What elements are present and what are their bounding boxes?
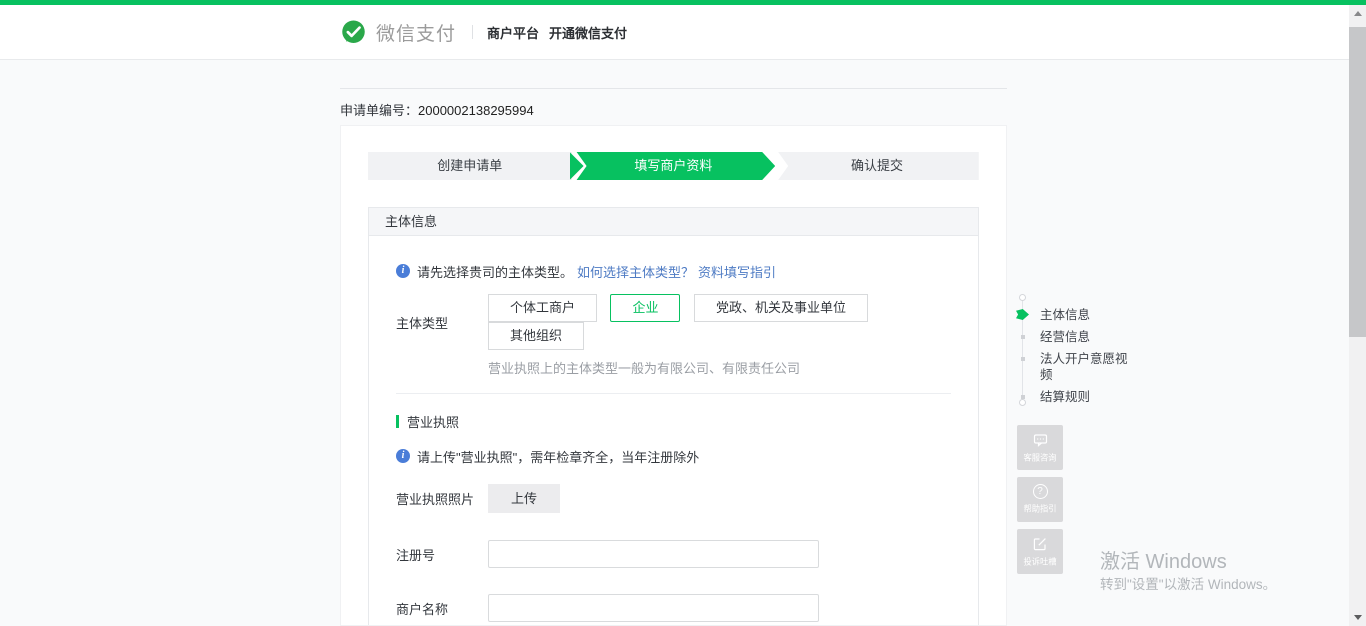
form-card: 创建申请单 填写商户资料 确认提交 主体信息 i 请先选择贵司的主体类型。 如何… bbox=[340, 125, 1007, 626]
info-icon: i bbox=[396, 449, 410, 463]
chat-icon bbox=[1032, 432, 1049, 448]
anchor-business-info[interactable]: 经营信息 bbox=[1018, 329, 1134, 345]
scroll-down-button[interactable] bbox=[1349, 609, 1366, 626]
arrow-down-icon bbox=[1354, 615, 1362, 620]
subject-type-label: 主体类型 bbox=[396, 313, 488, 332]
anchor-navigation: 主体信息 经营信息 法人开户意愿视频 结算规则 bbox=[1018, 294, 1134, 406]
section-divider bbox=[396, 393, 951, 394]
registration-number-input[interactable] bbox=[488, 540, 819, 568]
step-create-application: 创建申请单 bbox=[368, 152, 572, 180]
section-title: 主体信息 bbox=[369, 208, 978, 236]
notice-text: 请先选择贵司的主体类型。 bbox=[417, 262, 573, 281]
edit-icon bbox=[1032, 536, 1048, 552]
step-fill-merchant-info: 填写商户资料 bbox=[572, 152, 776, 180]
dot-icon bbox=[1021, 335, 1025, 339]
feedback-button[interactable]: 投诉吐槽 bbox=[1017, 529, 1063, 574]
license-photo-row: 营业执照照片 上传 bbox=[396, 484, 951, 513]
step-indicator: 创建申请单 填写商户资料 确认提交 bbox=[368, 152, 979, 180]
subject-type-notice: i 请先选择贵司的主体类型。 如何选择主体类型？ 资料填写指引 bbox=[396, 262, 951, 280]
upload-button[interactable]: 上传 bbox=[488, 484, 560, 513]
page: 微信支付 商户平台 开通微信支付 申请单编号：2000002138295994 … bbox=[0, 0, 1366, 626]
floating-toolbar: 客服咨询 ? 帮助指引 投诉吐槽 bbox=[1017, 425, 1063, 581]
application-number-row: 申请单编号：2000002138295994 bbox=[340, 88, 1007, 119]
merchant-name-row: 商户名称 bbox=[396, 594, 951, 622]
anchor-legal-person-video[interactable]: 法人开户意愿视频 bbox=[1018, 351, 1132, 383]
type-other-button[interactable]: 其他组织 bbox=[488, 322, 584, 350]
scroll-up-button[interactable] bbox=[1349, 5, 1366, 22]
top-green-bar bbox=[0, 0, 1366, 5]
step-confirm-submit: 确认提交 bbox=[775, 152, 979, 180]
scrollbar-thumb[interactable] bbox=[1349, 27, 1366, 337]
green-bar bbox=[396, 415, 399, 428]
type-enterprise-button[interactable]: 企业 bbox=[610, 294, 680, 322]
nav-merchant-platform[interactable]: 商户平台 bbox=[487, 23, 539, 42]
brand-wordmark: 微信支付 bbox=[376, 19, 456, 46]
registration-number-row: 注册号 bbox=[396, 540, 951, 568]
header-divider bbox=[472, 25, 473, 39]
timeline-top-circle-icon bbox=[1019, 294, 1026, 301]
dot-icon bbox=[1021, 395, 1025, 399]
how-to-choose-link[interactable]: 如何选择主体类型？ bbox=[577, 262, 694, 281]
license-notice: i 请上传"营业执照"，需年检章齐全，当年注册除外 bbox=[396, 447, 951, 465]
nav-open-wechat-pay[interactable]: 开通微信支付 bbox=[549, 23, 627, 42]
anchor-settlement-rules[interactable]: 结算规则 bbox=[1018, 389, 1134, 405]
header: 微信支付 商户平台 开通微信支付 bbox=[0, 5, 1349, 60]
type-government-button[interactable]: 党政、机关及事业单位 bbox=[694, 294, 868, 322]
merchant-name-label: 商户名称 bbox=[396, 599, 488, 618]
license-photo-label: 营业执照照片 bbox=[396, 489, 488, 508]
arrow-up-icon bbox=[1354, 11, 1362, 16]
vertical-scrollbar[interactable] bbox=[1349, 5, 1366, 626]
application-number-label: 申请单编号： bbox=[340, 103, 418, 118]
fill-guide-link[interactable]: 资料填写指引 bbox=[698, 262, 776, 281]
next-field-input-partial[interactable] bbox=[488, 594, 819, 622]
help-guide-button[interactable]: ? 帮助指引 bbox=[1017, 477, 1063, 522]
license-notice-text: 请上传"营业执照"，需年检章齐全，当年注册除外 bbox=[417, 447, 699, 466]
wechat-pay-logo-icon bbox=[340, 19, 367, 46]
watermark-title: 激活 Windows bbox=[1100, 545, 1276, 571]
type-individual-button[interactable]: 个体工商户 bbox=[488, 294, 597, 322]
watermark-subtitle: 转到"设置"以激活 Windows。 bbox=[1100, 573, 1276, 593]
question-icon: ? bbox=[1033, 484, 1048, 499]
windows-activation-watermark: 激活 Windows 转到"设置"以激活 Windows。 bbox=[1100, 545, 1276, 593]
subject-type-hint: 营业执照上的主体类型一般为有限公司、有限责任公司 bbox=[488, 358, 951, 375]
application-number-value: 2000002138295994 bbox=[418, 103, 534, 118]
active-arrow-icon bbox=[1016, 309, 1029, 320]
dot-icon bbox=[1021, 357, 1025, 361]
subject-info-section: 主体信息 i 请先选择贵司的主体类型。 如何选择主体类型？ 资料填写指引 主体类… bbox=[368, 207, 979, 626]
subject-type-row: 主体类型 个体工商户 企业 党政、机关及事业单位 其他组织 bbox=[396, 294, 951, 350]
customer-service-button[interactable]: 客服咨询 bbox=[1017, 425, 1063, 470]
info-icon: i bbox=[396, 264, 410, 278]
anchor-subject-info[interactable]: 主体信息 bbox=[1018, 307, 1134, 323]
registration-number-label: 注册号 bbox=[396, 545, 488, 564]
business-license-title: 营业执照 bbox=[396, 414, 951, 428]
